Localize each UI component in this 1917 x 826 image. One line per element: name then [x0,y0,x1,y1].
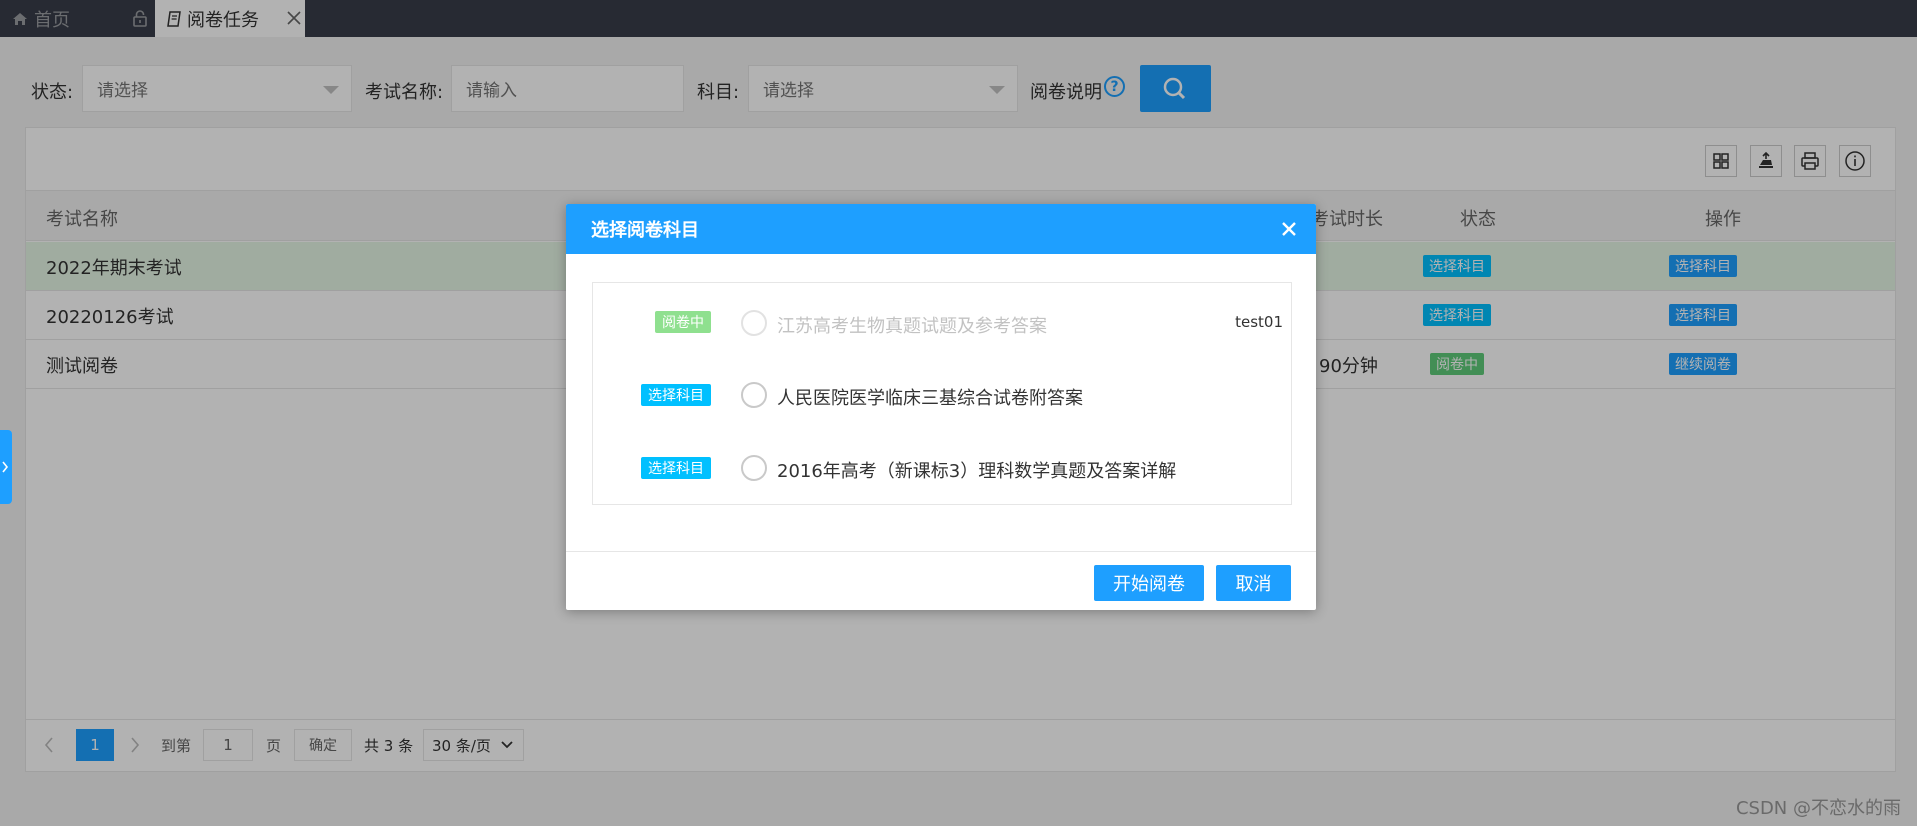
dialog-footer: 开始阅卷 取消 [566,551,1316,610]
subject-radio [741,310,767,336]
select-subject-dialog: 选择阅卷科目 阅卷中 江苏高考生物真题试题及参考答案 test01 选择科目 人… [566,204,1316,610]
subject-name: 人民医院医学临床三基综合试卷附答案 [777,388,1083,409]
subject-note: test01 [1235,313,1283,331]
close-icon[interactable] [1278,218,1300,240]
subject-list: 阅卷中 江苏高考生物真题试题及参考答案 test01 选择科目 人民医院医学临床… [592,282,1292,505]
subject-radio[interactable] [741,455,767,481]
subject-status-badge: 选择科目 [641,384,711,406]
subject-status-badge: 阅卷中 [655,311,711,333]
subject-status-badge: 选择科目 [641,457,711,479]
subject-item[interactable]: 选择科目 人民医院医学临床三基综合试卷附答案 [593,375,1291,415]
subject-item[interactable]: 选择科目 2016年高考（新课标3）理科数学真题及答案详解 [593,448,1291,488]
cancel-button[interactable]: 取消 [1216,565,1291,601]
dialog-title: 选择阅卷科目 [566,204,1316,254]
subject-name: 2016年高考（新课标3）理科数学真题及答案详解 [777,461,1177,482]
subject-radio[interactable] [741,382,767,408]
subject-item: 阅卷中 江苏高考生物真题试题及参考答案 test01 [593,303,1291,343]
chevron-right-icon [2,461,9,473]
start-reading-button[interactable]: 开始阅卷 [1094,565,1204,601]
sidebar-toggle[interactable] [0,430,12,504]
subject-name: 江苏高考生物真题试题及参考答案 [777,316,1047,337]
